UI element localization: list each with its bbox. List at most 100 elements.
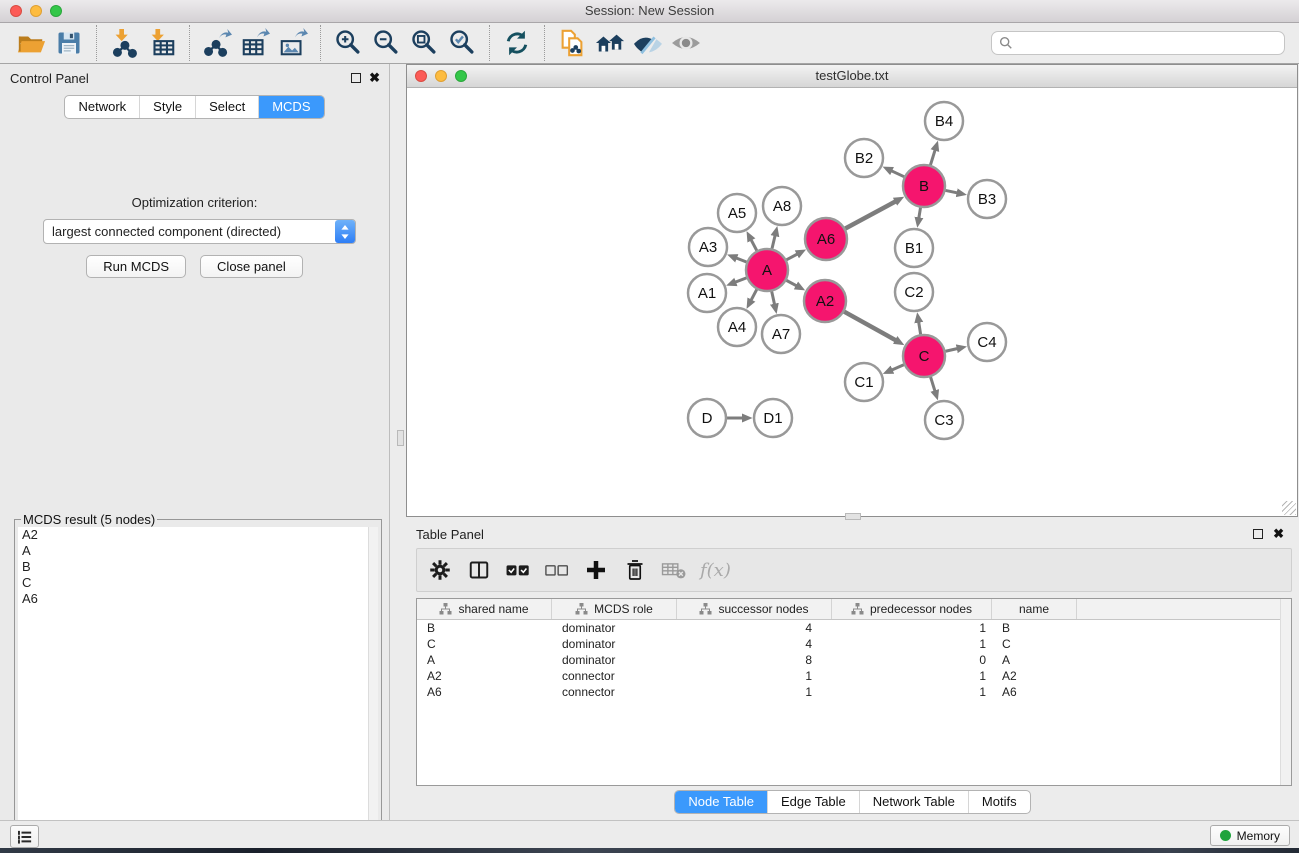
- task-history-button[interactable]: [10, 825, 39, 848]
- graph-edge-B-B3[interactable]: [946, 190, 958, 192]
- graph-edge-C-C3[interactable]: [931, 377, 935, 391]
- zoom-out-icon[interactable]: [367, 26, 405, 60]
- tab-edge-table[interactable]: Edge Table: [767, 791, 859, 813]
- table-row[interactable]: A2connector11A2: [417, 668, 1291, 684]
- select-all-icon[interactable]: [503, 555, 533, 585]
- function-builder-icon[interactable]: f(x): [698, 560, 731, 581]
- graph-node-C[interactable]: C: [903, 335, 945, 377]
- column-header-successor-nodes[interactable]: successor nodes: [677, 599, 832, 619]
- mcds-result-list[interactable]: A2ABCA6: [18, 527, 378, 852]
- result-list-item[interactable]: A2: [18, 527, 378, 543]
- tab-style[interactable]: Style: [139, 96, 195, 118]
- column-settings-icon[interactable]: [425, 555, 455, 585]
- export-network-icon[interactable]: [198, 26, 236, 60]
- close-panel-icon[interactable]: ✖: [369, 71, 380, 85]
- graph-node-B3[interactable]: B3: [968, 180, 1006, 218]
- graph-node-A2[interactable]: A2: [804, 280, 846, 322]
- resize-grip-icon[interactable]: [1282, 501, 1296, 515]
- graph-edge-A-A1[interactable]: [735, 278, 746, 282]
- result-list-item[interactable]: A6: [18, 591, 378, 607]
- hide-details-icon[interactable]: [629, 26, 667, 60]
- graph-edge-B-B4[interactable]: [930, 150, 935, 165]
- save-session-icon[interactable]: [50, 26, 88, 60]
- graph-node-A8[interactable]: A8: [763, 187, 801, 225]
- close-window-button[interactable]: [10, 5, 22, 17]
- graph-edge-A-A4[interactable]: [751, 289, 757, 300]
- home-layout-icon[interactable]: [591, 26, 629, 60]
- graph-node-D[interactable]: D: [688, 399, 726, 437]
- graph-node-A[interactable]: A: [746, 249, 788, 291]
- optimization-criterion-select[interactable]: largest connected component (directed): [43, 219, 356, 244]
- vertical-splitter-handle[interactable]: [397, 430, 404, 446]
- graph-edge-B-B1[interactable]: [919, 208, 921, 219]
- graph-edge-C-C2[interactable]: [919, 322, 921, 335]
- network-canvas[interactable]: B4B2BB3A8A5A6A3B1AC2A1A2A4A7C4CC1DD1C3: [407, 88, 1297, 516]
- zoom-fit-icon[interactable]: [405, 26, 443, 60]
- graph-node-C1[interactable]: C1: [845, 363, 883, 401]
- graph-node-A7[interactable]: A7: [762, 315, 800, 353]
- tab-network-table[interactable]: Network Table: [859, 791, 968, 813]
- float-panel-icon[interactable]: [351, 73, 361, 83]
- import-table-icon[interactable]: [143, 26, 181, 60]
- zoom-in-icon[interactable]: [329, 26, 367, 60]
- graph-edge-A6-B[interactable]: [845, 201, 896, 228]
- deselect-all-icon[interactable]: [542, 555, 572, 585]
- graph-node-A1[interactable]: A1: [688, 274, 726, 312]
- table-scrollbar[interactable]: [1280, 599, 1291, 785]
- import-network-icon[interactable]: [105, 26, 143, 60]
- birds-eye-view-icon[interactable]: [667, 26, 705, 60]
- maximize-window-button[interactable]: [50, 5, 62, 17]
- result-list-item[interactable]: B: [18, 559, 378, 575]
- result-list-item[interactable]: A: [18, 543, 378, 559]
- tab-mcds[interactable]: MCDS: [258, 96, 323, 118]
- graph-node-A4[interactable]: A4: [718, 308, 756, 346]
- graph-node-B1[interactable]: B1: [895, 229, 933, 267]
- table-row[interactable]: Bdominator41B: [417, 620, 1291, 636]
- add-entry-icon[interactable]: [581, 555, 611, 585]
- column-header-name[interactable]: name: [992, 599, 1077, 619]
- zoom-selected-icon[interactable]: [443, 26, 481, 60]
- maximize-network-button[interactable]: [455, 70, 467, 82]
- refresh-network-icon[interactable]: [498, 26, 536, 60]
- column-header-mcds-role[interactable]: MCDS role: [552, 599, 677, 619]
- table-row[interactable]: Adominator80A: [417, 652, 1291, 668]
- column-header-predecessor-nodes[interactable]: predecessor nodes: [832, 599, 992, 619]
- graph-edge-C-C4[interactable]: [945, 349, 957, 352]
- graph-edge-A-A8[interactable]: [772, 235, 775, 248]
- graph-node-B[interactable]: B: [903, 165, 945, 207]
- graph-node-A6[interactable]: A6: [805, 218, 847, 260]
- open-session-icon[interactable]: [12, 26, 50, 60]
- graph-edge-A-A5[interactable]: [751, 240, 757, 251]
- graph-edge-A-A2[interactable]: [786, 280, 796, 286]
- tab-motifs[interactable]: Motifs: [968, 791, 1030, 813]
- table-row[interactable]: A6connector11A6: [417, 684, 1291, 700]
- memory-button[interactable]: Memory: [1210, 825, 1290, 846]
- graph-edge-A-A3[interactable]: [736, 258, 747, 262]
- close-network-button[interactable]: [415, 70, 427, 82]
- graph-node-A3[interactable]: A3: [689, 228, 727, 266]
- graph-edge-C-C1[interactable]: [892, 365, 904, 370]
- split-panel-icon[interactable]: [464, 555, 494, 585]
- minimize-network-button[interactable]: [435, 70, 447, 82]
- duplicate-network-icon[interactable]: [553, 26, 591, 60]
- float-table-panel-icon[interactable]: [1253, 529, 1263, 539]
- graph-node-D1[interactable]: D1: [754, 399, 792, 437]
- search-input[interactable]: [1017, 35, 1277, 52]
- graph-node-C2[interactable]: C2: [895, 273, 933, 311]
- graph-edge-B-B2[interactable]: [891, 171, 904, 177]
- close-table-panel-icon[interactable]: ✖: [1273, 527, 1284, 541]
- result-scrollbar[interactable]: [368, 527, 378, 852]
- tab-select[interactable]: Select: [195, 96, 258, 118]
- result-list-item[interactable]: C: [18, 575, 378, 591]
- graph-node-A5[interactable]: A5: [718, 194, 756, 232]
- tab-network[interactable]: Network: [65, 96, 139, 118]
- graph-edge-A2-C[interactable]: [844, 312, 896, 341]
- tab-node-table[interactable]: Node Table: [675, 791, 767, 813]
- table-row[interactable]: Cdominator41C: [417, 636, 1291, 652]
- delete-entry-icon[interactable]: [620, 555, 650, 585]
- graph-node-C4[interactable]: C4: [968, 323, 1006, 361]
- graph-node-B2[interactable]: B2: [845, 139, 883, 177]
- graph-node-C3[interactable]: C3: [925, 401, 963, 439]
- column-header-shared-name[interactable]: shared name: [417, 599, 552, 619]
- close-panel-button[interactable]: Close panel: [200, 255, 303, 278]
